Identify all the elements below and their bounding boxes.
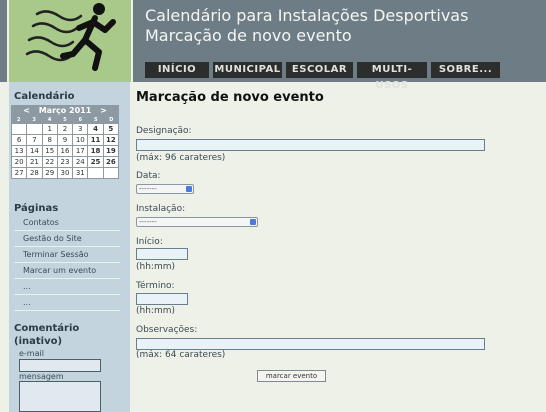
calendar-month: Março 2011: [38, 106, 92, 115]
calendar-day[interactable]: 8: [42, 135, 58, 146]
site-title-line1: Calendário para Instalações Desportivas: [145, 6, 469, 25]
calendar-day[interactable]: 6: [12, 135, 28, 146]
calendar-day[interactable]: 3: [73, 124, 89, 135]
inicio-hint: (hh:mm): [136, 262, 175, 272]
page-link-more-2[interactable]: ...: [14, 295, 120, 311]
termino-hint: (hh:mm): [136, 306, 175, 316]
calendar-day[interactable]: 19: [103, 146, 119, 157]
chevron-down-icon: [186, 186, 192, 192]
calendar-day[interactable]: 5: [103, 124, 119, 135]
main-nav: INÍCIO MUNICIPAL ESCOLAR MULTI-USOS SOBR…: [145, 62, 500, 91]
calendar-day[interactable]: 7: [27, 135, 43, 146]
page-title: Marcação de novo evento: [136, 90, 324, 105]
calendar-empty-cell: [103, 168, 119, 179]
calendar-day[interactable]: 12: [103, 135, 119, 146]
calendar-day[interactable]: 11: [88, 135, 104, 146]
calendar-next-button[interactable]: >: [100, 106, 107, 115]
instalacao-select-value: -------: [139, 218, 157, 226]
calendar-day[interactable]: 30: [57, 168, 74, 179]
inicio-input[interactable]: [136, 248, 188, 260]
comment-heading: Comentário (inativo): [14, 322, 79, 348]
calendar-weekdays: 2 3 4 5 6 S D: [11, 117, 119, 123]
calendar-day[interactable]: 26: [103, 157, 119, 168]
pages-menu: Contatos Gestão do Site Terminar Sessão …: [14, 215, 120, 311]
data-select[interactable]: -------: [136, 184, 194, 194]
calendar-weekday: 6: [78, 117, 83, 123]
calendar-weekday: 2: [16, 117, 21, 123]
nav-inicio[interactable]: INÍCIO: [145, 62, 209, 78]
page-link-gestao[interactable]: Gestão do Site: [14, 231, 120, 247]
chevron-down-icon: [250, 219, 256, 225]
calendar-day[interactable]: 25: [88, 157, 104, 168]
page-link-marcar-evento[interactable]: Marcar um evento: [14, 263, 120, 279]
calendar-day[interactable]: 20: [12, 157, 28, 168]
data-select-value: -------: [139, 185, 157, 193]
calendar-weekday: D: [109, 117, 114, 123]
calendar-weekday: S: [94, 117, 98, 123]
calendar-day[interactable]: 10: [73, 135, 89, 146]
observacoes-input[interactable]: [136, 338, 485, 350]
page-link-terminar-sessao[interactable]: Terminar Sessão: [14, 247, 120, 263]
calendar-weekday: 5: [63, 117, 67, 123]
calendar-day[interactable]: 16: [57, 146, 74, 157]
page-link-contatos[interactable]: Contatos: [14, 215, 120, 231]
calendar-day[interactable]: 14: [27, 146, 43, 157]
calendar-day[interactable]: 15: [42, 146, 58, 157]
header: Calendário para Instalações Desportivas …: [0, 0, 546, 91]
site-title-line2: Marcação de novo evento: [145, 26, 352, 45]
calendar-day[interactable]: 1: [42, 124, 58, 135]
calendar-day[interactable]: 21: [27, 157, 43, 168]
pages-heading: Páginas: [14, 203, 59, 214]
calendar-day[interactable]: 13: [12, 146, 28, 157]
calendar-day[interactable]: 28: [27, 168, 43, 179]
calendar-header: < Março 2011 >: [11, 105, 119, 117]
calendar-day[interactable]: 9: [57, 135, 74, 146]
calendar-day[interactable]: 4: [88, 124, 104, 135]
calendar-day[interactable]: 29: [42, 168, 58, 179]
page-link-more-1[interactable]: ...: [14, 279, 120, 295]
message-field[interactable]: [19, 381, 101, 412]
instalacao-label: Instalação:: [136, 204, 186, 214]
nav-municipal[interactable]: MUNICIPAL: [213, 62, 282, 78]
nav-sobre[interactable]: SOBRE...: [431, 62, 500, 78]
nav-multi-usos[interactable]: MULTI-USOS: [357, 62, 427, 91]
calendar-day[interactable]: 2: [57, 124, 74, 135]
calendar-day[interactable]: 31: [73, 168, 89, 179]
termino-label: Término:: [136, 281, 175, 291]
email-label: e-mail: [19, 349, 44, 358]
calendar-weekday: 3: [32, 117, 36, 123]
observacoes-label: Observações:: [136, 325, 198, 335]
calendar-empty-cell: [27, 124, 43, 135]
runner-logo: [7, 0, 133, 82]
termino-input[interactable]: [136, 293, 188, 305]
comment-heading-status: (inativo): [14, 336, 63, 347]
calendar-day[interactable]: 24: [73, 157, 89, 168]
calendar-day[interactable]: 17: [73, 146, 89, 157]
calendar-day[interactable]: 23: [57, 157, 74, 168]
calendar-day[interactable]: 27: [12, 168, 28, 179]
mini-calendar: < Março 2011 > 23456SD 1 2 3 4 5 6 7 8 9 10 11 12 13…: [11, 105, 119, 179]
comment-heading-title: Comentário: [14, 323, 80, 334]
observacoes-hint: (máx: 64 carateres): [136, 350, 226, 360]
instalacao-select[interactable]: -------: [136, 217, 258, 227]
calendar-empty-cell: [12, 124, 28, 135]
designacao-hint: (máx: 96 carateres): [136, 153, 226, 163]
calendar-heading: Calendário: [14, 91, 75, 102]
calendar-prev-button[interactable]: <: [23, 106, 30, 115]
submit-event-button[interactable]: marcar evento: [257, 370, 326, 382]
designacao-label: Designação:: [136, 126, 192, 136]
calendar-empty-cell: [88, 168, 104, 179]
email-field[interactable]: [19, 359, 101, 372]
calendar-day[interactable]: 22: [42, 157, 58, 168]
data-label: Data:: [136, 171, 161, 181]
calendar-grid: 1 2 3 4 5 6 7 8 9 10 11 12 13 14 15 16 17 18 19 20 21 22 23 24 2…: [11, 123, 119, 179]
site-title: Calendário para Instalações Desportivas …: [145, 6, 468, 46]
designacao-input[interactable]: [136, 139, 485, 151]
calendar-weekday: 4: [47, 117, 52, 123]
message-label: mensagem: [19, 372, 64, 381]
nav-escolar[interactable]: ESCOLAR: [286, 62, 353, 78]
calendar-day[interactable]: 18: [88, 146, 104, 157]
inicio-label: Início:: [136, 237, 163, 247]
